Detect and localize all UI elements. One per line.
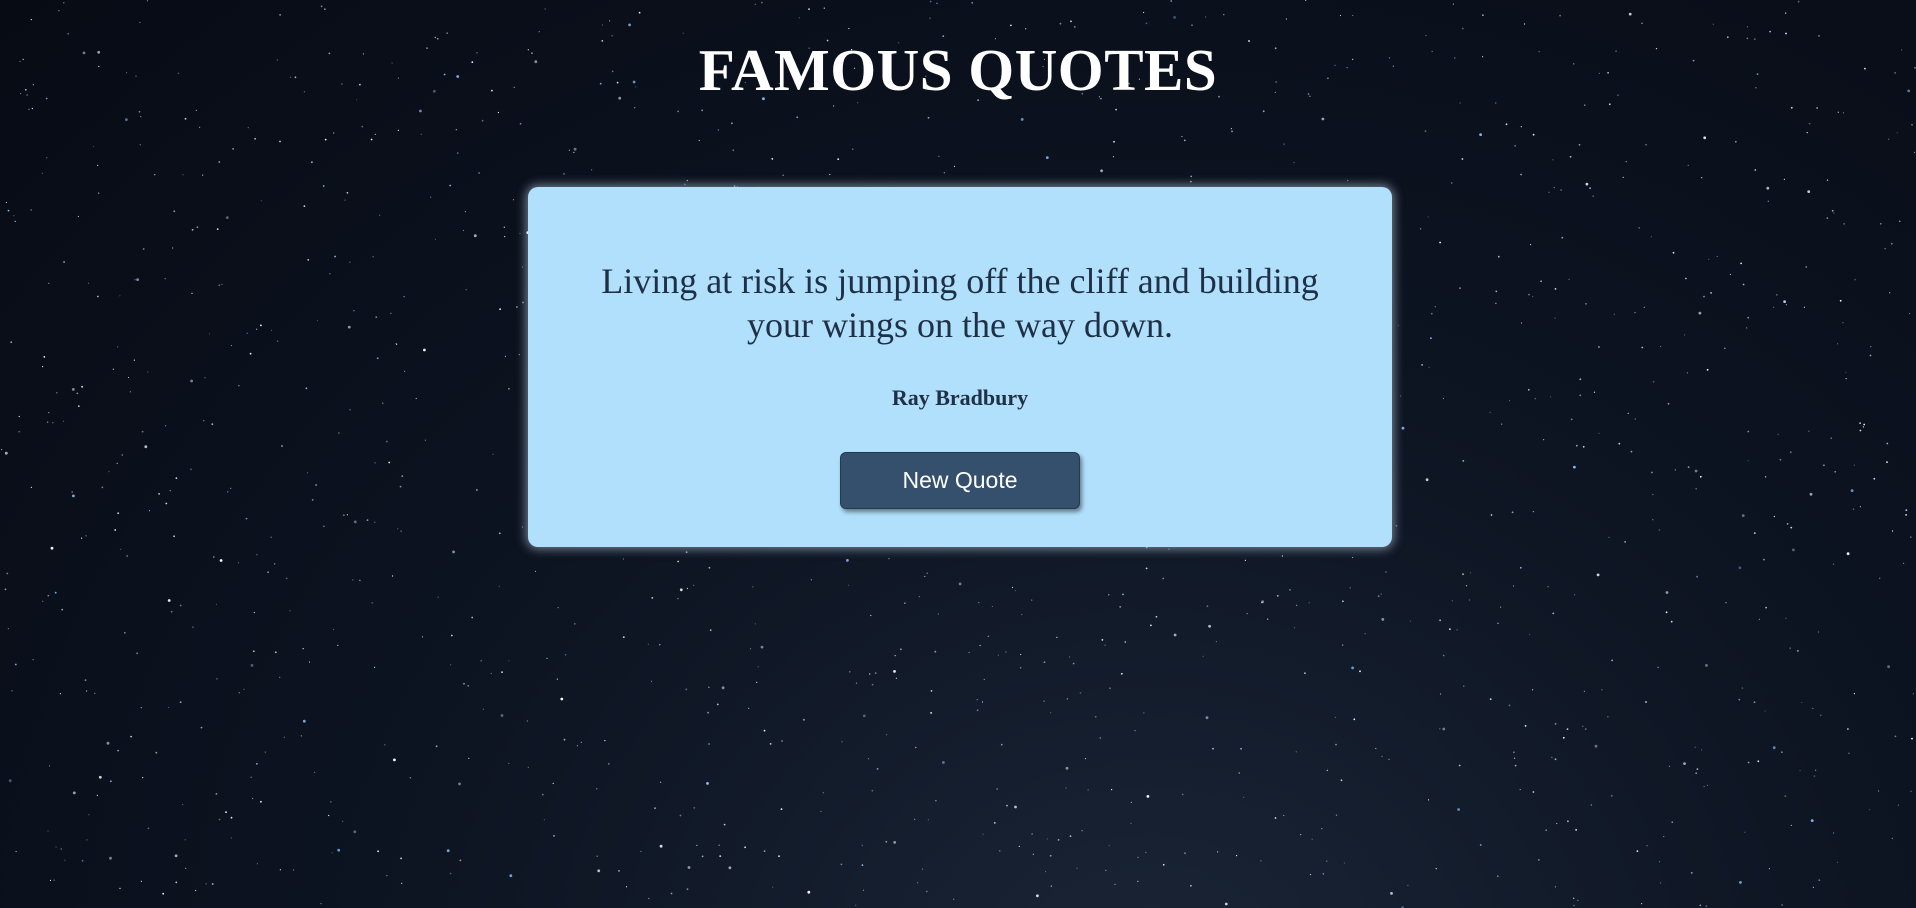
quote-card: Living at risk is jumping off the cliff …: [528, 187, 1392, 547]
quote-author: Ray Bradbury: [891, 385, 1029, 410]
quote-text: Living at risk is jumping off the cliff …: [601, 261, 1319, 345]
new-quote-button[interactable]: New Quote: [840, 452, 1080, 509]
page-title: FAMOUS QUOTES: [698, 37, 1218, 103]
